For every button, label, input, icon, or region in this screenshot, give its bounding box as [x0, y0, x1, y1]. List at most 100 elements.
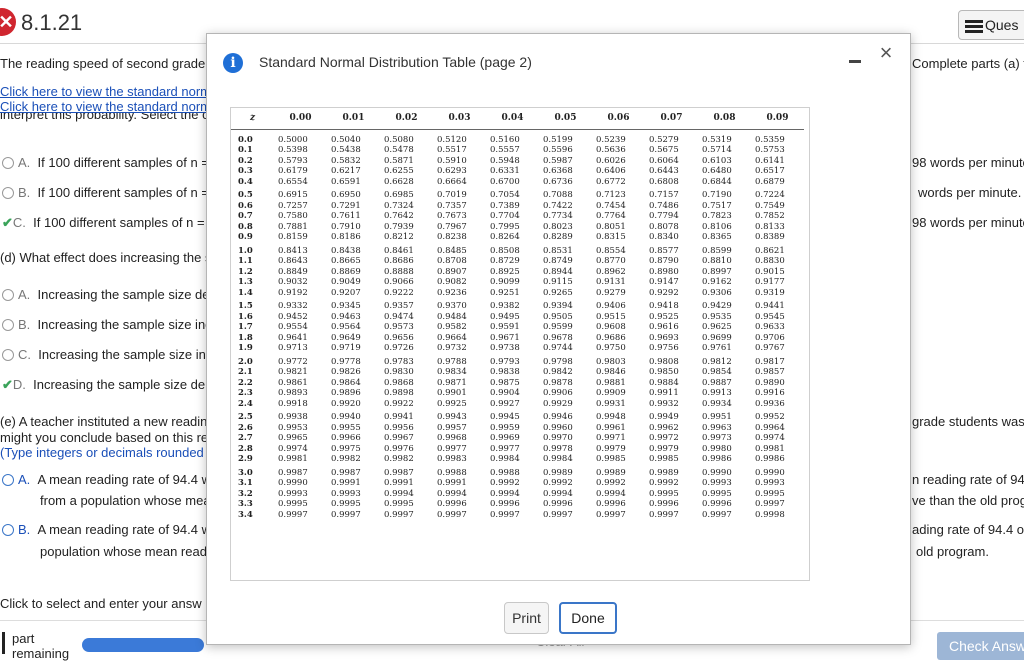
part-c-option-c[interactable]: ✔C. If 100 different samples of n =: [2, 215, 205, 231]
part-d-option-c[interactable]: C. Increasing the sample size inc: [2, 347, 212, 362]
table-row: 2.2 0.9861 0.9864 0.9868 0.9871 0.9875 0.9878 0…: [231, 378, 804, 389]
probability-cell: 0.9997: [490, 509, 520, 520]
question-intro-right: Complete parts (a) th: [912, 56, 1024, 71]
radio-button[interactable]: [2, 289, 14, 301]
radio-button[interactable]: [2, 319, 14, 331]
z-value-cell: 2.7: [238, 433, 253, 443]
part-c-option-b[interactable]: B. If 100 different samples of n =: [2, 185, 209, 200]
probability-cell: 0.9991: [437, 478, 467, 488]
probability-cell: 0.9974: [755, 433, 785, 443]
probability-cell: 0.8888: [384, 266, 414, 277]
radio-button[interactable]: [2, 474, 14, 486]
table-row: 1.5 0.9332 0.9345 0.9357 0.9370 0.9382 0.9394 0…: [231, 298, 804, 312]
part-e-option-a-right2: ve than the old progr: [912, 493, 1024, 508]
probability-cell: 0.7764: [596, 211, 626, 221]
probability-cell: 0.9969: [490, 433, 520, 443]
radio-button[interactable]: [2, 349, 14, 361]
probability-cell: 0.9975: [331, 443, 361, 454]
part-d-option-a[interactable]: A. Increasing the sample size de: [2, 287, 210, 302]
probability-cell: 0.9957: [437, 422, 467, 433]
probability-cell: 0.8686: [384, 256, 414, 266]
part-e-option-a[interactable]: A. A mean reading rate of 94.4 w: [2, 472, 211, 487]
probability-cell: 0.6141: [755, 155, 785, 166]
probability-cell: 0.9978: [543, 443, 573, 454]
probability-cell: 0.8944: [543, 266, 573, 277]
probability-cell: 0.9991: [331, 478, 361, 488]
question-menu-button[interactable]: Ques: [958, 10, 1024, 40]
probability-cell: 0.9131: [596, 277, 626, 287]
probability-cell: 0.8315: [596, 232, 626, 242]
z-value-cell: 0.8: [238, 221, 253, 232]
probability-cell: 0.5279: [649, 134, 679, 145]
probability-cell: 0.9990: [278, 478, 308, 488]
probability-cell: 0.9265: [543, 287, 573, 298]
probability-cell: 0.8485: [437, 245, 467, 256]
part-c-option-a[interactable]: A. If 100 different samples of n =: [2, 155, 209, 170]
table-row: 2.7 0.9965 0.9966 0.9967 0.9968 0.9969 0.9970 0…: [231, 433, 804, 444]
probability-cell: 0.9971: [596, 433, 626, 443]
probability-cell: 0.9929: [543, 398, 573, 409]
z-value-cell: 1.0: [238, 245, 253, 256]
probability-cell: 0.9861: [278, 377, 308, 388]
column-header: 0.08: [698, 108, 751, 130]
part-e-option-a-right1: n reading rate of 94.: [912, 472, 1024, 487]
close-icon[interactable]: ×: [875, 42, 897, 64]
print-button[interactable]: Print: [504, 602, 549, 634]
probability-cell: 0.8907: [437, 266, 467, 277]
radio-button[interactable]: [2, 524, 14, 536]
probability-cell: 0.6064: [649, 155, 679, 166]
probability-cell: 0.8925: [490, 266, 520, 277]
probability-cell: 0.9222: [384, 287, 414, 298]
probability-cell: 0.9979: [649, 443, 679, 454]
probability-cell: 0.9918: [278, 398, 308, 409]
probability-cell: 0.9319: [755, 287, 785, 298]
table-row: 2.6 0.9953 0.9955 0.9956 0.9957 0.9959 0.9960 0…: [231, 423, 804, 434]
probability-cell: 0.9994: [543, 488, 573, 499]
probability-cell: 0.9955: [331, 422, 361, 433]
probability-cell: 0.9997: [278, 509, 308, 520]
table-row: 2.3 0.9893 0.9896 0.9898 0.9901 0.9904 0.9906 0…: [231, 388, 804, 399]
z-column-header: z: [231, 108, 274, 130]
probability-cell: 0.7939: [384, 221, 414, 232]
part-e-option-b-right1: ading rate of 94.4 or: [912, 522, 1024, 537]
probability-cell: 0.9964: [755, 422, 785, 433]
table-row: 0.4 0.6554 0.6591 0.6628 0.6664 0.6700 0.6736 0…: [231, 177, 804, 188]
part-d-option-d[interactable]: ✔D. Increasing the sample size de: [2, 377, 205, 393]
probability-cell: 0.9996: [649, 499, 679, 509]
probability-cell: 0.5871: [384, 155, 414, 166]
probability-cell: 0.9948: [596, 412, 626, 422]
remaining-label: remaining: [12, 646, 70, 661]
probability-cell: 0.8708: [437, 256, 467, 266]
probability-cell: 0.5910: [437, 155, 467, 166]
table-link-1[interactable]: Click here to view the standard norma: [0, 84, 218, 99]
part-d-option-b[interactable]: B. Increasing the sample size inc: [2, 317, 212, 332]
z-value-cell: 0.9: [238, 232, 253, 242]
probability-cell: 0.8438: [331, 245, 361, 256]
probability-cell: 0.8186: [331, 232, 361, 242]
part-e-option-b[interactable]: B. A mean reading rate of 94.4 w: [2, 522, 211, 537]
probability-cell: 0.9693: [649, 332, 679, 343]
probability-cell: 0.7389: [490, 200, 520, 211]
probability-cell: 0.9767: [755, 343, 785, 353]
probability-cell: 0.9738: [490, 343, 520, 353]
probability-cell: 0.9949: [649, 412, 679, 422]
table-link-2[interactable]: Click here to view the standard norma: [0, 99, 218, 114]
probability-cell: 0.9783: [384, 356, 414, 367]
probability-cell: 0.9992: [649, 478, 679, 488]
radio-button[interactable]: [2, 157, 14, 169]
radio-button[interactable]: [2, 187, 14, 199]
probability-cell: 0.9989: [543, 467, 573, 478]
probability-cell: 0.9236: [437, 287, 467, 298]
probability-cell: 0.9292: [649, 287, 679, 298]
probability-cell: 0.9857: [755, 367, 785, 377]
check-answer-button[interactable]: Check Answ: [937, 632, 1024, 660]
part-d-question: (d) What effect does increasing the sa: [0, 250, 219, 265]
probability-cell: 0.9772: [278, 356, 308, 367]
probability-cell: 0.9987: [331, 467, 361, 478]
probability-cell: 0.9890: [755, 377, 785, 388]
minimize-icon[interactable]: [849, 50, 863, 64]
probability-cell: 0.8729: [490, 256, 520, 266]
question-cut-line: interpret this probability. Select the c…: [0, 113, 216, 122]
z-value-cell: 2.8: [238, 443, 253, 454]
done-button[interactable]: Done: [559, 602, 617, 634]
